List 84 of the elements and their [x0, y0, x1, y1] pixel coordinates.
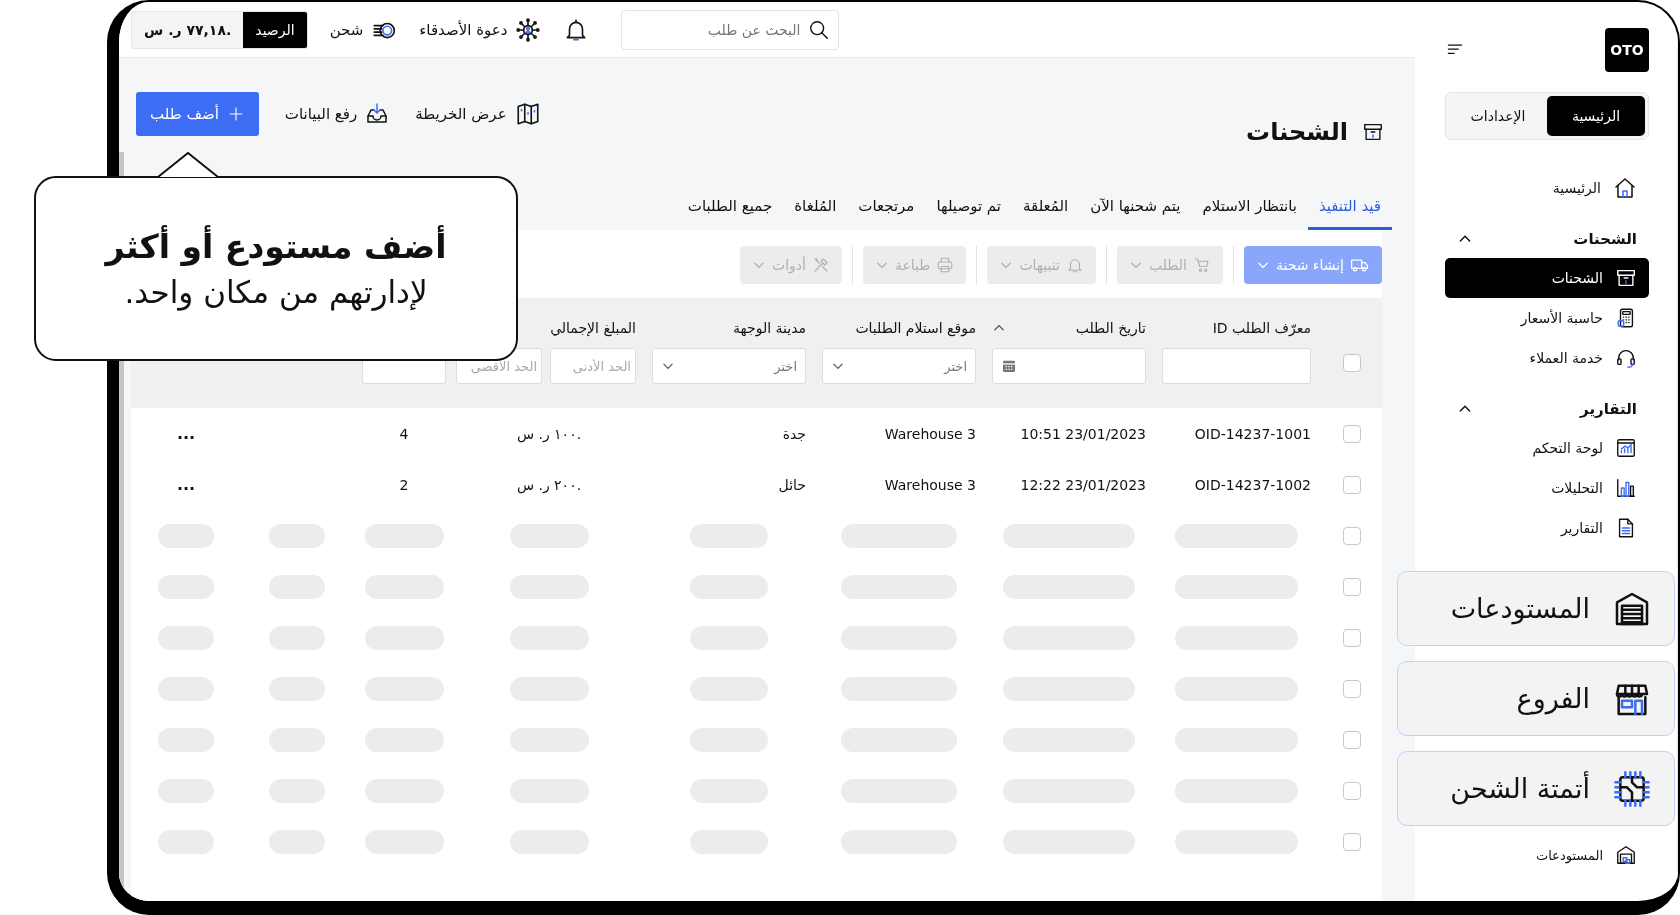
page-title: الشحنات — [1246, 118, 1348, 146]
tab[interactable]: المُعلقة — [1012, 184, 1080, 230]
tab[interactable]: جميع الطلبات — [676, 184, 784, 230]
nav-item[interactable]: لوحة التحكم — [1445, 428, 1649, 468]
tab[interactable]: مرتجعات — [847, 184, 926, 230]
calendar-icon[interactable] — [1001, 358, 1017, 374]
tab[interactable]: يتم شحنها الآن — [1079, 184, 1192, 230]
filter-field[interactable] — [1162, 348, 1311, 384]
nav-item[interactable]: التقارير — [1445, 508, 1649, 548]
section-header[interactable]: الشحنات — [1445, 220, 1649, 258]
search-icon — [808, 18, 831, 41]
column-header: موقع استلام الطلبات — [855, 320, 976, 336]
nav-item[interactable]: المستودعات — [1445, 835, 1649, 875]
tab[interactable]: بانتظار الاستلام — [1191, 184, 1308, 230]
nav-item[interactable]: التحليلات — [1445, 468, 1649, 508]
column-header: المبلغ الإجمالي — [550, 320, 636, 336]
logo[interactable]: OTO — [1605, 28, 1649, 72]
nav-item[interactable]: الشحنات — [1445, 258, 1649, 298]
checkbox[interactable] — [1342, 526, 1361, 545]
feature-card[interactable]: المستودعات — [1397, 571, 1675, 646]
select-field[interactable]: اختر — [652, 348, 806, 384]
printer-icon — [936, 256, 955, 274]
table-cell: جدة — [782, 425, 806, 442]
balance-value: ٧٧,١٨ ر. س. — [143, 20, 233, 40]
cart-icon — [1192, 256, 1211, 274]
column-header: تاريخ الطلب — [1075, 320, 1146, 336]
table-cell: OID-14237-1001 — [1194, 425, 1311, 442]
segment-tab[interactable]: الإعدادات — [1449, 96, 1547, 136]
search-field[interactable]: البحث عن طلب — [621, 9, 840, 50]
invite-button[interactable]: دعوة الأصدقاء — [419, 16, 542, 43]
checkbox[interactable] — [1342, 628, 1361, 647]
table-cell: حائل — [778, 476, 806, 493]
table-cell: Warehouse 3 — [884, 425, 976, 442]
action-link[interactable]: رفع البيانات — [284, 92, 390, 136]
checkbox[interactable] — [1342, 424, 1361, 443]
table-cell: 10:51 23/01/2023 — [1020, 425, 1146, 442]
map-icon — [514, 101, 541, 127]
tooltip-title: أضف مستودع أو أكثر — [105, 227, 447, 266]
table-cell: 12:22 23/01/2023 — [1020, 476, 1146, 493]
bell-icon — [1065, 256, 1084, 274]
recharge-button[interactable]: شحن — [329, 16, 398, 43]
filter-field[interactable]: الحد الأدنى — [550, 348, 636, 384]
warehouse-icon — [1615, 844, 1637, 866]
more-button[interactable]: ... — [172, 475, 200, 494]
archive-box-icon — [1615, 267, 1637, 289]
action-link[interactable]: عرض الخريطة — [415, 92, 541, 136]
circuit-chip-icon — [1612, 768, 1652, 809]
table-cell: 4 — [399, 425, 409, 442]
segment-tab[interactable]: الرئيسية — [1547, 96, 1645, 136]
date-field[interactable] — [992, 348, 1146, 384]
select-field[interactable]: اختر — [822, 348, 976, 384]
checkbox[interactable] — [1342, 781, 1361, 800]
table-cell: ١٠٠ ر. س. — [516, 425, 582, 442]
more-button[interactable]: ... — [172, 424, 200, 443]
tab[interactable]: المُلغاة — [783, 184, 848, 230]
checkbox[interactable] — [1342, 730, 1361, 749]
feature-card[interactable]: أتمتة الشحن — [1397, 751, 1675, 826]
tooltip-text: لإدارتهم من مكان واحد. — [124, 274, 428, 310]
headset-icon — [1615, 347, 1637, 369]
tab[interactable]: تم توصيلها — [925, 184, 1012, 230]
bar-chart-icon — [1615, 477, 1637, 499]
network-icon — [515, 16, 542, 43]
table-cell: Warehouse 3 — [884, 476, 976, 493]
nav-item[interactable]: خدمة العملاء — [1445, 338, 1649, 378]
checkbox[interactable] — [1342, 832, 1361, 851]
nav-item[interactable]: الرئيسية — [1445, 168, 1649, 208]
checkbox[interactable] — [1342, 475, 1361, 494]
home-icon — [1613, 176, 1637, 200]
section-header[interactable]: التقارير — [1445, 390, 1649, 428]
add-order-button[interactable]: أضف طلب — [136, 92, 259, 136]
checkbox[interactable] — [1342, 354, 1361, 372]
feature-card[interactable]: الفروع — [1397, 661, 1675, 736]
table-cell: 2 — [399, 476, 409, 493]
balance-label: الرصيد — [243, 11, 307, 48]
checkbox[interactable] — [1342, 577, 1361, 596]
nav-item[interactable]: حاسبة الأسعار — [1445, 298, 1649, 338]
checkbox[interactable] — [1342, 679, 1361, 698]
inbox-download-icon — [365, 102, 390, 126]
archive-box-icon — [1362, 121, 1384, 143]
table-cell: OID-14237-1002 — [1194, 476, 1311, 493]
table-cell: ٢٠٠ ر. س. — [516, 476, 582, 493]
column-header: معرّف الطلب ID — [1212, 320, 1311, 336]
dashboard-icon — [1615, 437, 1637, 459]
column-header: مدينة الوجهة — [733, 320, 806, 336]
